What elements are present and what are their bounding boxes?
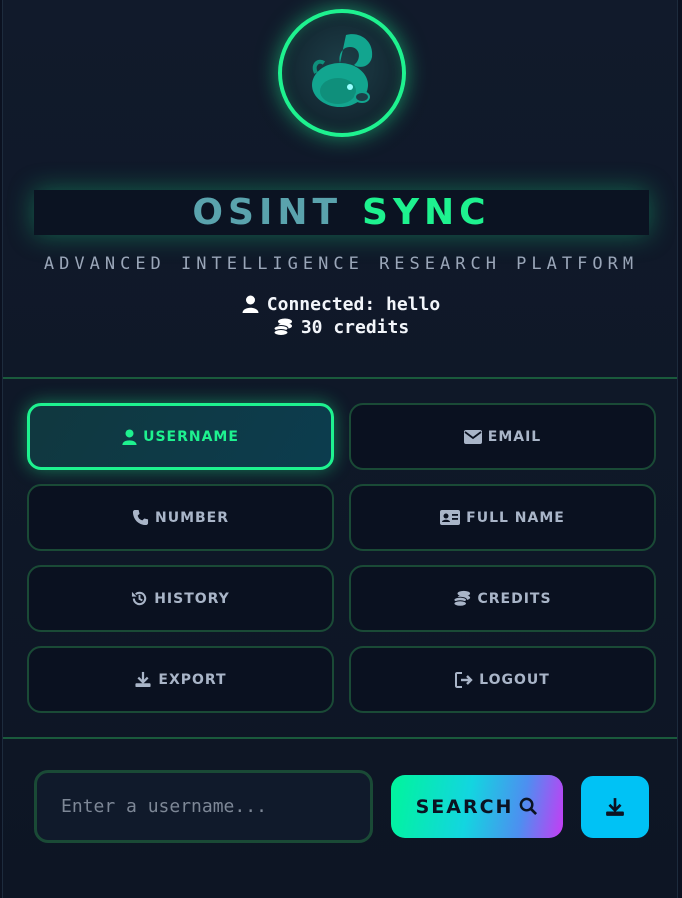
divider-top xyxy=(3,377,677,379)
history-icon xyxy=(132,591,147,606)
connected-text: Connected: hello xyxy=(266,294,441,315)
mode-username-label: USERNAME xyxy=(143,428,239,445)
export-label: EXPORT xyxy=(158,671,227,688)
logout-button[interactable]: LOGOUT xyxy=(349,646,656,713)
mode-full-name-button[interactable]: FULL NAME xyxy=(349,484,656,551)
app-title: OSINT SYNC xyxy=(34,190,649,235)
app-frame: OSINT SYNC ADVANCED INTELLIGENCE RESEARC… xyxy=(2,0,678,898)
credits-status: 30 credits xyxy=(3,317,677,338)
squirrel-logo-icon xyxy=(312,34,373,107)
phone-icon xyxy=(132,509,149,526)
subtitle: ADVANCED INTELLIGENCE RESEARCH PLATFORM xyxy=(43,254,639,274)
user-icon xyxy=(122,428,137,445)
mode-number-button[interactable]: NUMBER xyxy=(27,484,334,551)
export-button[interactable]: EXPORT xyxy=(27,646,334,713)
envelope-icon xyxy=(463,429,482,444)
coins-icon xyxy=(273,318,292,336)
logout-label: LOGOUT xyxy=(479,671,550,688)
mode-number-label: NUMBER xyxy=(154,509,230,526)
history-button[interactable]: HISTORY xyxy=(27,565,334,632)
user-icon xyxy=(242,295,259,313)
mode-full-name-label: FULL NAME xyxy=(466,509,565,526)
credits-label: CREDITS xyxy=(477,590,552,607)
mode-email-button[interactable]: EMAIL xyxy=(349,403,656,470)
mode-email-label: EMAIL xyxy=(487,428,542,445)
search-button-label: SEARCH xyxy=(415,795,514,818)
search-icon xyxy=(520,797,538,816)
logo xyxy=(278,9,406,137)
mode-username-button[interactable]: USERNAME xyxy=(27,403,334,470)
download-results-button[interactable] xyxy=(581,776,649,838)
header: OSINT SYNC ADVANCED INTELLIGENCE RESEARC… xyxy=(3,0,677,378)
id-card-icon xyxy=(440,510,461,525)
divider-bottom xyxy=(3,737,677,739)
download-icon xyxy=(606,798,624,816)
title-part-sync: SYNC xyxy=(362,192,491,233)
connection-status: Connected: hello xyxy=(3,294,677,315)
logout-icon xyxy=(455,671,473,688)
credits-text: 30 credits xyxy=(300,317,410,338)
title-part-osint: OSINT xyxy=(192,192,343,233)
coins-icon xyxy=(453,590,471,607)
history-label: HISTORY xyxy=(154,590,230,607)
download-icon xyxy=(135,671,151,688)
search-button[interactable]: SEARCH xyxy=(391,775,563,838)
search-input[interactable] xyxy=(34,770,373,843)
credits-button[interactable]: CREDITS xyxy=(349,565,656,632)
